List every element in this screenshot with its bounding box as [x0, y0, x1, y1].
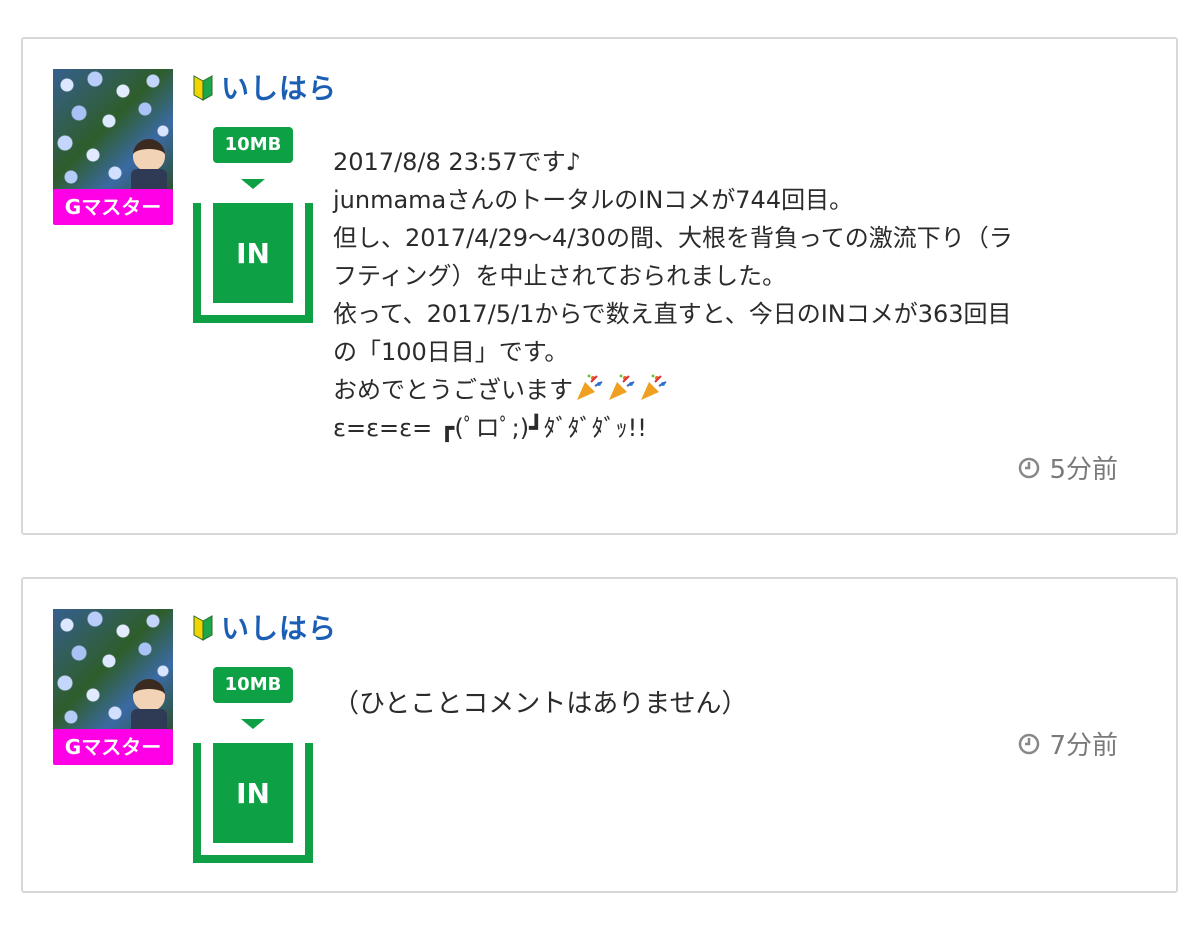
no-comment-text: （ひとことコメントはありません）	[333, 689, 748, 719]
avatar-image	[53, 69, 173, 195]
username-row[interactable]: いしはら	[193, 69, 337, 105]
message-line-text: おめでとうございます	[333, 376, 573, 404]
message-line: ε=ε=ε= ┏(ﾟロﾟ;)┛ﾀﾞﾀﾞﾀﾞｯ!!	[333, 414, 647, 442]
post-timestamp: 7分前	[1017, 725, 1118, 762]
message-line-congrats: おめでとうございます	[333, 371, 1133, 409]
username-link[interactable]: いしはら	[221, 607, 337, 647]
message-line: junmamaさんのトータルのINコメが744回目。	[333, 186, 854, 214]
clock-icon	[1019, 733, 1040, 754]
message-line: の「100日目」です。	[333, 338, 569, 366]
post-card: Gマスター いしはら 10MB IN （ひとことコメントはありません） 7分前	[21, 577, 1178, 893]
in-label: IN	[213, 743, 293, 843]
avatar-character-head	[133, 139, 165, 171]
party-popper-icon	[609, 374, 635, 400]
in-status-box: IN	[193, 743, 313, 863]
master-badge: Gマスター	[53, 729, 173, 765]
post-timestamp: 5分前	[1017, 449, 1118, 486]
size-badge: 10MB	[213, 127, 293, 163]
clock-icon	[1019, 457, 1040, 478]
beginner-mark-icon	[193, 75, 213, 101]
timestamp-text: 7分前	[1049, 731, 1118, 761]
message-line: 依って、2017/5/1からで数え直すと、今日のINコメが363回目	[333, 300, 1012, 328]
avatar-character-head	[133, 679, 165, 711]
message-line: フティング）を中止されておられました。	[333, 262, 787, 290]
size-arrow-icon	[241, 179, 265, 189]
message-line: 2017/8/8 23:57です♪	[333, 148, 581, 176]
username-row[interactable]: いしはら	[193, 609, 337, 645]
avatar[interactable]: Gマスター	[53, 69, 173, 225]
in-status-box: IN	[193, 203, 313, 323]
avatar-image	[53, 609, 173, 735]
post-card: Gマスター いしはら 10MB IN 2017/8/8 23:57です♪ jun…	[21, 37, 1178, 535]
post-message: 2017/8/8 23:57です♪ junmamaさんのトータルのINコメが74…	[333, 143, 1133, 447]
size-arrow-icon	[241, 719, 265, 729]
in-label: IN	[213, 203, 293, 303]
beginner-mark-icon	[193, 615, 213, 641]
message-line: 但し、2017/4/29〜4/30の間、大根を背負っての激流下り（ラ	[333, 224, 1013, 252]
username-link[interactable]: いしはら	[221, 67, 337, 107]
size-badge: 10MB	[213, 667, 293, 703]
party-popper-icon	[577, 374, 603, 400]
master-badge: Gマスター	[53, 189, 173, 225]
party-popper-icon	[641, 374, 667, 400]
timestamp-text: 5分前	[1049, 455, 1118, 485]
avatar[interactable]: Gマスター	[53, 609, 173, 765]
